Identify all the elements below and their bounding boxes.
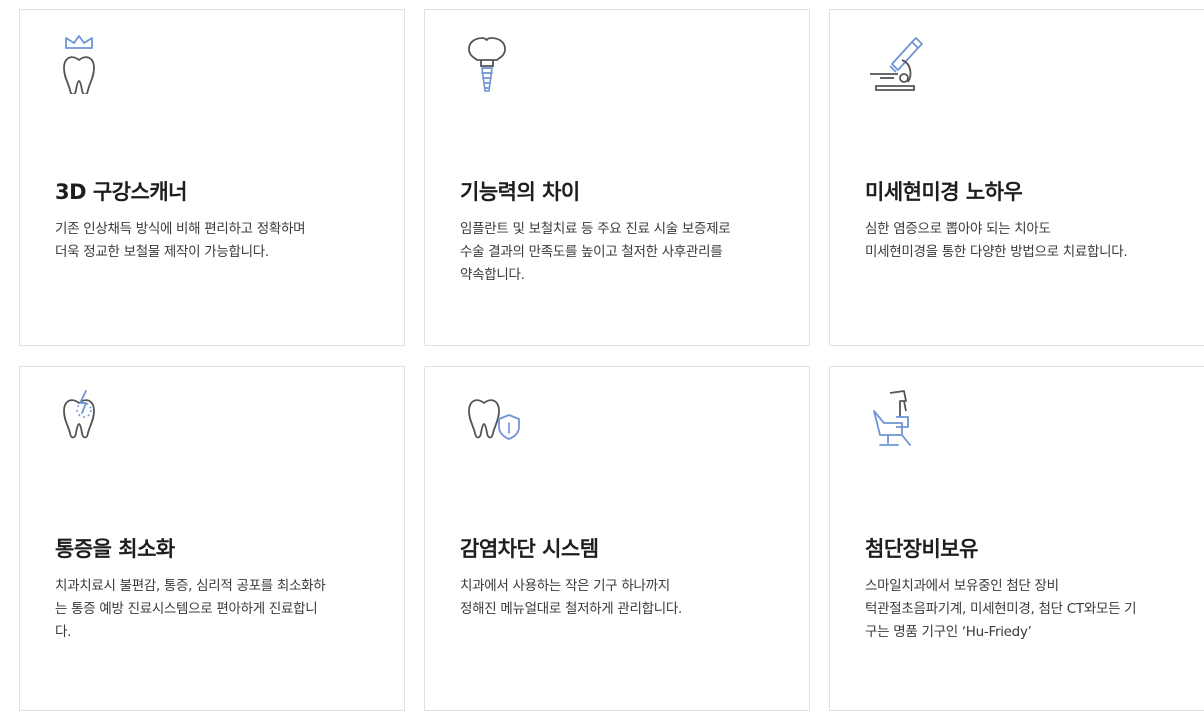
card-description-line: 다. xyxy=(55,624,72,640)
card-title: 3D 구강스캐너 xyxy=(55,180,187,204)
card-description-line: 는 통증 예방 진료시스템으로 편아하게 진료합니 xyxy=(55,601,318,617)
dental-implant-icon xyxy=(461,30,525,94)
microscope-icon xyxy=(866,30,930,94)
card-description-line: 더욱 정교한 보철물 제작이 가능합니다. xyxy=(55,244,269,260)
card-description-line: 수술 결과의 만족도를 높이고 철저한 사후관리를 xyxy=(460,244,723,260)
feature-card-infection: 감염차단 시스템 치과에서 사용하는 작은 기구 하나까지 정해진 메뉴얼대로 … xyxy=(424,366,810,711)
card-title: 기능력의 차이 xyxy=(460,180,580,204)
card-description-line: 기존 인상채득 방식에 비해 편리하고 정확하며 xyxy=(55,221,306,237)
card-description-line: 치과에서 사용하는 작은 기구 하나까지 xyxy=(460,578,670,594)
tooth-shield-icon xyxy=(461,387,525,451)
card-description-line: 약속합니다. xyxy=(460,267,525,283)
card-description: 심한 염증으로 뽑아야 되는 치아도 미세현미경을 통한 다양한 방법으로 치료… xyxy=(865,218,1200,264)
card-description: 스마일치과에서 보유중인 첨단 장비 턱관절초음파기계, 미세현미경, 첨단 C… xyxy=(865,575,1200,644)
dental-chair-icon xyxy=(866,387,930,451)
card-description: 임플란트 및 보철치료 등 주요 진료 시술 보증제로 수술 결과의 만족도를 … xyxy=(460,218,795,287)
card-description-line: 구는 명품 기구인 ‘Hu-Friedy’ xyxy=(865,624,1032,640)
card-title: 통증을 최소화 xyxy=(55,537,175,561)
feature-card-microscope: 미세현미경 노하우 심한 염증으로 뽑아야 되는 치아도 미세현미경을 통한 다… xyxy=(829,9,1204,346)
card-description: 치과치료시 불편감, 통증, 심리적 공포를 최소화하 는 통증 예방 진료시스… xyxy=(55,575,390,644)
feature-card-equipment: 첨단장비보유 스마일치과에서 보유중인 첨단 장비 턱관절초음파기계, 미세현미… xyxy=(829,366,1204,711)
card-description-line: 턱관절초음파기계, 미세현미경, 첨단 CT와모든 기 xyxy=(865,601,1137,617)
card-description: 치과에서 사용하는 작은 기구 하나까지 정해진 메뉴얼대로 철저하게 관리합니… xyxy=(460,575,795,621)
card-description-line: 정해진 메뉴얼대로 철저하게 관리합니다. xyxy=(460,601,683,617)
card-description-line: 심한 염증으로 뽑아야 되는 치아도 xyxy=(865,221,1051,237)
card-title: 미세현미경 노하우 xyxy=(865,180,1023,204)
feature-card-pain: 통증을 최소화 치과치료시 불편감, 통증, 심리적 공포를 최소화하 는 통증… xyxy=(19,366,405,711)
feature-card-function: 기능력의 차이 임플란트 및 보철치료 등 주요 진료 시술 보증제로 수술 결… xyxy=(424,9,810,346)
tooth-pain-icon xyxy=(56,387,120,451)
card-description-line: 임플란트 및 보철치료 등 주요 진료 시술 보증제로 xyxy=(460,221,731,237)
tooth-crown-icon xyxy=(56,30,120,96)
card-title: 첨단장비보유 xyxy=(865,537,978,561)
feature-card-3d-scanner: 3D 구강스캐너 기존 인상채득 방식에 비해 편리하고 정확하며 더욱 정교한… xyxy=(19,9,405,346)
card-description-line: 미세현미경을 통한 다양한 방법으로 치료합니다. xyxy=(865,244,1128,260)
card-description-line: 치과치료시 불편감, 통증, 심리적 공포를 최소화하 xyxy=(55,578,326,594)
card-description-line: 스마일치과에서 보유중인 첨단 장비 xyxy=(865,578,1059,594)
card-title: 감염차단 시스템 xyxy=(460,537,599,561)
card-description: 기존 인상채득 방식에 비해 편리하고 정확하며 더욱 정교한 보철물 제작이 … xyxy=(55,218,390,264)
